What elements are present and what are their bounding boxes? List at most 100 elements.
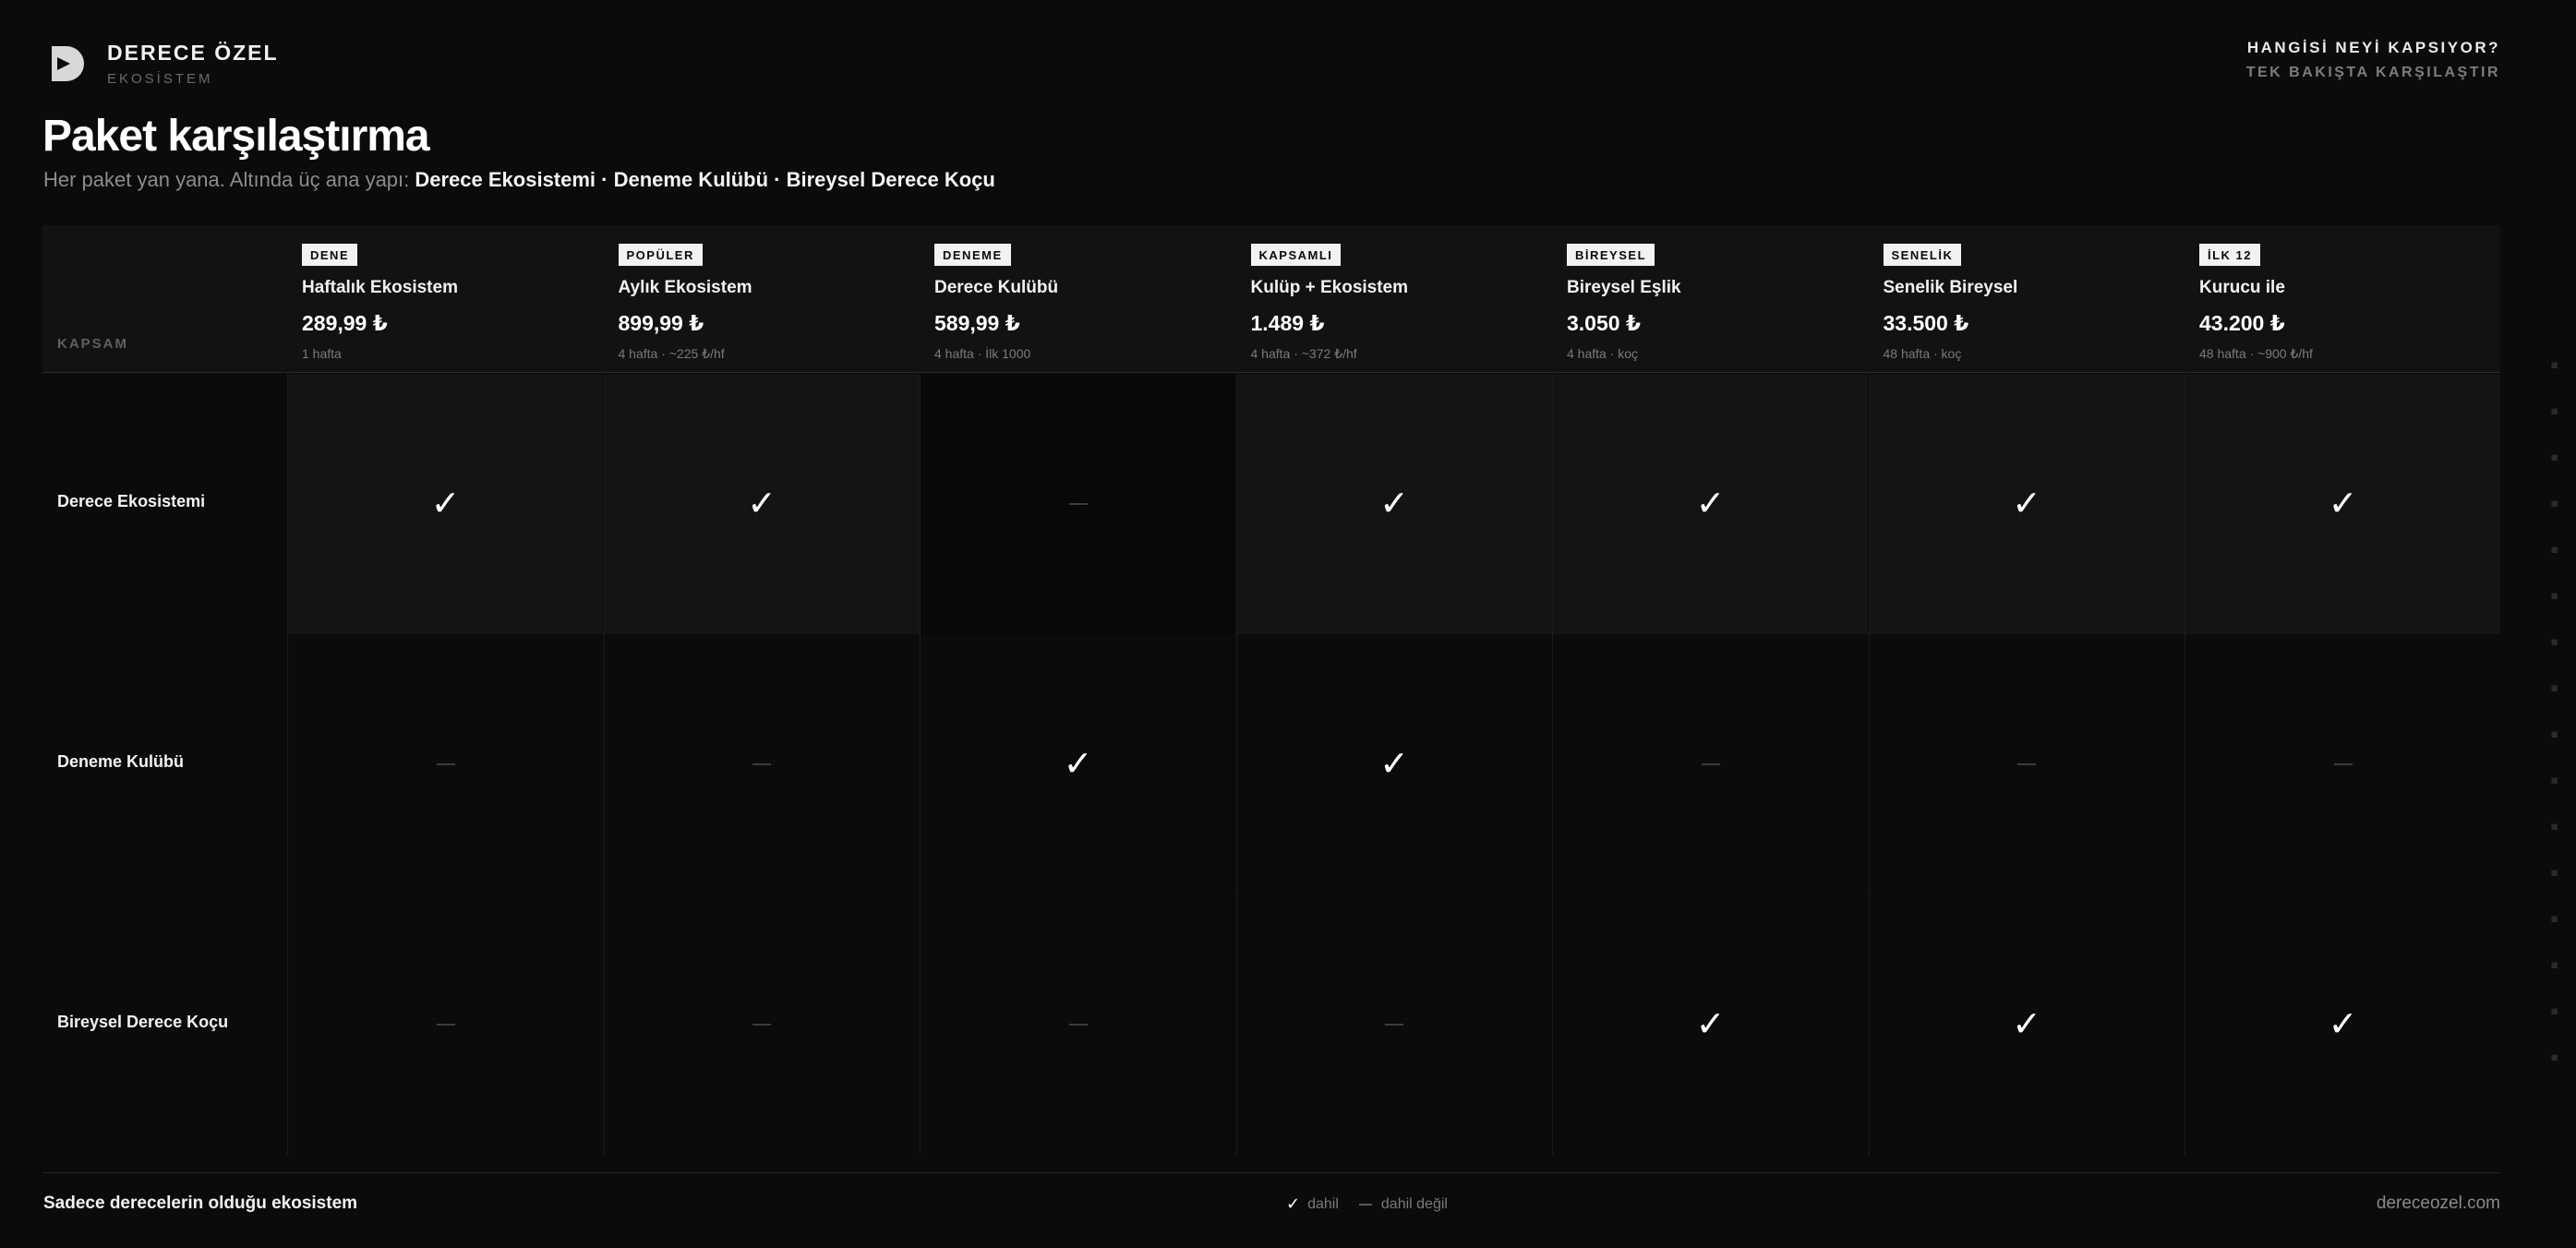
package-badge: KAPSAMLI — [1250, 244, 1342, 266]
footer-tagline: Sadece derecelerin olduğu ekosistem — [43, 1194, 358, 1213]
check-icon: ✓ — [747, 485, 776, 523]
table-cell: ✓ — [2185, 894, 2500, 1155]
package-period: 4 hafta · İlk 1000 — [934, 346, 1031, 361]
corner-label: KAPSAM — [57, 336, 129, 352]
check-icon: ✓ — [2328, 485, 2358, 523]
table-cell — [287, 894, 603, 1155]
table-cell — [603, 894, 920, 1155]
package-price: 3.050 ₺ — [1567, 311, 1641, 335]
legend-included-label: dahil — [1307, 1195, 1339, 1212]
package-price: 33.500 ₺ — [1883, 311, 1969, 335]
dash-icon — [752, 1024, 771, 1026]
package-name: Kurucu ile — [2199, 278, 2285, 297]
check-icon: ✓ — [1695, 485, 1726, 523]
package-badge: SENELİK — [1883, 244, 1962, 266]
check-icon: ✓ — [430, 485, 461, 523]
package-column-header[interactable]: SENELİK Senelik Bireysel 33.500 ₺ 48 hafta … — [1869, 244, 2185, 361]
dash-icon — [1385, 1024, 1403, 1026]
package-period: 48 hafta · koç — [1883, 346, 1962, 361]
package-price: 589,99 ₺ — [934, 311, 1020, 335]
table-cell: ✓ — [1868, 894, 2185, 1155]
table-cell — [603, 634, 920, 894]
package-name: Haftalık Ekosistem — [302, 278, 458, 297]
package-name: Aylık Ekosistem — [618, 278, 752, 297]
table-cell: ✓ — [603, 374, 920, 634]
legend: ✓ dahil dahil değil — [1286, 1194, 1448, 1214]
package-column-header[interactable]: DENEME Derece Kulübü 589,99 ₺ 4 hafta · İlk… — [920, 244, 1235, 361]
dash-icon — [1068, 1024, 1088, 1026]
dash-icon — [1358, 1203, 1372, 1206]
package-price: 1.489 ₺ — [1250, 311, 1325, 335]
package-period: 48 hafta · ~900 ₺/hf — [2199, 346, 2313, 361]
row-label-cell: Derece Ekosistemi — [42, 374, 287, 634]
dash-icon — [752, 763, 771, 765]
package-period: 4 hafta · ~225 ₺/hf — [618, 346, 725, 361]
table-row: Bireysel Derece Koçu ✓ ✓ ✓ — [42, 894, 2500, 1155]
package-badge: DENE — [302, 244, 358, 266]
header-tagline: HANGİSİ NEYİ KAPSIYOR? TEK BAKIŞTA KARŞI… — [2246, 39, 2500, 81]
package-badge: POPÜLER — [618, 244, 703, 266]
row-label-cell: Deneme Kulübü — [42, 634, 287, 894]
table-cell — [920, 374, 1235, 634]
table-cell — [2185, 634, 2500, 894]
table-header: KAPSAM DENE Haftalık Ekosistem 289,99 ₺ 1 h… — [42, 225, 2500, 373]
package-period: 1 hafta — [302, 346, 342, 361]
package-badge: BİREYSEL — [1567, 244, 1655, 266]
package-name: Derece Kulübü — [934, 278, 1059, 297]
website-link[interactable]: dereceozel.com — [2377, 1194, 2500, 1214]
package-column-header[interactable]: POPÜLER Aylık Ekosistem 899,99 ₺ 4 hafta · … — [604, 244, 920, 362]
package-name: Kulüp + Ekosistem — [1250, 278, 1409, 297]
package-price: 43.200 ₺ — [2199, 311, 2285, 335]
background-decoration: ▪ ▪ ▪ ▪ ▪ ▪ ▪ ▪ ▪ ▪ ▪ ▪ ▪ ▪ ▪ ▪ — [2550, 351, 2559, 1071]
comparison-table: KAPSAM DENE Haftalık Ekosistem 289,99 ₺ 1 h… — [42, 225, 2500, 1155]
page-title: Paket karşılaştırma — [42, 112, 430, 161]
table-cell — [920, 894, 1235, 1155]
check-icon: ✓ — [1063, 745, 1093, 784]
dash-icon — [1701, 763, 1720, 765]
brand[interactable]: DERECE ÖZEL EKOSİSTEM — [48, 41, 279, 87]
package-column-header[interactable]: DENE Haftalık Ekosistem 289,99 ₺ 1 hafta — [287, 244, 603, 361]
tagline-sub: TEK BAKIŞTA KARŞILAŞTIR — [2245, 65, 2500, 80]
legend-excluded-label: dahil değil — [1380, 1195, 1448, 1212]
table-cell — [1552, 634, 1868, 894]
dash-icon — [436, 1024, 455, 1026]
table-cell — [1868, 634, 2185, 894]
table-cell — [1235, 894, 1552, 1155]
table-cell: ✓ — [287, 374, 603, 634]
row-label: Derece Ekosistemi — [57, 492, 206, 510]
table-row: Deneme Kulübü ✓ ✓ — [42, 634, 2500, 894]
table-cell: ✓ — [1552, 374, 1868, 634]
package-period: 4 hafta · koç — [1567, 346, 1639, 361]
check-icon: ✓ — [1695, 1005, 1726, 1044]
dash-icon — [1068, 503, 1088, 505]
row-label: Bireysel Derece Koçu — [57, 1013, 229, 1031]
package-price: 899,99 ₺ — [618, 311, 704, 335]
dash-icon — [436, 763, 455, 765]
package-price: 289,99 ₺ — [302, 311, 388, 335]
package-column-header[interactable]: BİREYSEL Bireysel Eşlik 3.050 ₺ 4 hafta · k… — [1552, 244, 1868, 361]
package-period: 4 hafta · ~372 ₺/hf — [1250, 346, 1357, 361]
table-cell — [287, 634, 603, 894]
dash-icon — [2017, 763, 2036, 765]
footer-divider — [42, 1172, 2500, 1173]
dash-icon — [2333, 763, 2353, 765]
package-badge: DENEME — [934, 244, 1011, 266]
package-column-header[interactable]: İLK 12 Kurucu ile 43.200 ₺ 48 hafta · ~900 … — [2185, 244, 2500, 362]
check-icon: ✓ — [2012, 485, 2041, 523]
check-icon: ✓ — [1379, 485, 1409, 523]
package-column-header[interactable]: KAPSAMLI Kulüp + Ekosistem 1.489 ₺ 4 hafta … — [1236, 244, 1552, 362]
brand-subtitle: EKOSİSTEM — [107, 71, 213, 87]
table-cell: ✓ — [1868, 374, 2185, 634]
package-name: Bireysel Eşlik — [1567, 278, 1681, 297]
subtitle-structures: Derece Ekosistemi · Deneme Kulübü · Bire… — [415, 168, 995, 191]
table-cell: ✓ — [1552, 894, 1868, 1155]
page-subtitle: Her paket yan yana. Altında üç ana yapı:… — [43, 168, 995, 192]
table-cell: ✓ — [920, 634, 1235, 894]
package-name: Senelik Bireysel — [1883, 278, 2018, 297]
table-cell: ✓ — [1235, 374, 1552, 634]
logo-icon — [52, 46, 84, 81]
table-row: Derece Ekosistemi ✓ ✓ ✓ ✓ ✓ ✓ — [42, 374, 2500, 634]
row-label-cell: Bireysel Derece Koçu — [42, 894, 287, 1155]
check-icon: ✓ — [2012, 1005, 2041, 1044]
tagline-question: HANGİSİ NEYİ KAPSIYOR? — [2246, 39, 2500, 56]
